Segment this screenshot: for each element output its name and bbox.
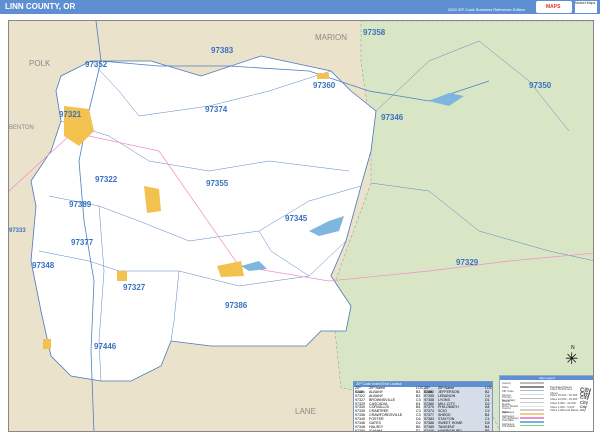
zip-label: 97446 <box>94 342 117 351</box>
forest-area <box>330 21 593 431</box>
map-legend: Map Legend County State ZIP Code Streets Pri… <box>499 375 593 431</box>
index-zip: 97350 <box>355 428 365 432</box>
zip-label: 97386 <box>225 301 248 310</box>
county-label-marion: MARION <box>315 33 347 42</box>
index-loc: F2 <box>416 428 421 432</box>
county-area <box>30 55 377 382</box>
zip-index-table: ZIP Code Index/Grid Locator ZIP Code ZIP … <box>353 381 493 432</box>
zip-label: 97346 <box>381 113 404 122</box>
index-column-right: ZIP Code ZIP Name LOC 97352 JEFFERSON B2 9735… <box>423 386 492 432</box>
zip-label: 97348 <box>32 261 55 270</box>
zip-label: 97355 <box>206 179 229 188</box>
place-label: Cities 1,000 and Below <box>550 408 579 413</box>
place-sample: City <box>580 408 586 413</box>
index-loc: B5 <box>485 428 490 432</box>
county-label-polk: POLK <box>29 59 51 68</box>
legend-swatch <box>520 421 544 423</box>
zip-label: 97333 <box>9 228 26 234</box>
zip-label: 97321 <box>59 110 82 119</box>
index-column-left: ZIP Code ZIP Name LOC 97321 ALBANY B3 97322 AL… <box>354 386 423 432</box>
compass-rose-icon: ✳ N <box>565 345 579 368</box>
county-label-lane: LANE <box>295 407 316 416</box>
legend-item: Toll Roads <box>502 424 548 428</box>
zip-label: 97345 <box>285 214 308 223</box>
index-name: IDANHA <box>369 428 383 432</box>
index-row: 97446 HARRISBURG B5 <box>424 428 491 432</box>
legend-swatch <box>520 397 544 400</box>
legend-swatch <box>520 393 544 396</box>
index-row: 97350 IDANHA F2 <box>355 428 422 432</box>
index-zip: 97446 <box>424 428 434 432</box>
map-title: LINN COUNTY, OR <box>5 2 76 11</box>
zip-label: 97329 <box>456 258 479 267</box>
zip-label: 97374 <box>205 105 228 114</box>
publisher-logo: MAPS <box>536 1 572 13</box>
zip-label: 97327 <box>123 283 146 292</box>
zip-label: 97352 <box>85 60 108 69</box>
zip-label: 97389 <box>69 200 92 209</box>
legend-swatch <box>520 409 544 411</box>
zip-label: 97322 <box>95 175 118 184</box>
legend-swatch <box>520 405 544 408</box>
place-item: Cities 1,000 and Below City <box>550 408 593 413</box>
index-name: HARRISBURG <box>438 428 462 432</box>
zip-label: 97358 <box>363 28 386 37</box>
edition-label: 2020 ZIP Code Business Reference Edition <box>447 7 525 12</box>
compass-north-label: N <box>571 345 575 351</box>
map-canvas[interactable]: POLK MARION BENTON LANE 97352 97383 9735… <box>8 20 594 432</box>
map-layer <box>9 21 593 431</box>
legend-swatch <box>520 382 544 384</box>
legend-swatch <box>520 386 544 388</box>
county-label-benton: BENTON <box>9 125 34 131</box>
publisher-name: Market Maps <box>575 1 597 13</box>
legend-swatch <box>520 417 544 419</box>
legend-swatch <box>520 413 544 415</box>
legend-swatch <box>520 401 544 404</box>
zip-label: 97383 <box>211 46 234 55</box>
zip-label: 97350 <box>529 81 552 90</box>
legend-item-label: Toll Roads <box>502 423 516 428</box>
populated-places: Populated Places Cities 50,000 and Above… <box>550 385 593 413</box>
legend-swatch <box>520 389 544 392</box>
zip-label: 97360 <box>313 81 336 90</box>
zip-label: 97377 <box>71 238 94 247</box>
legend-swatch <box>520 424 544 427</box>
header-bar: LINN COUNTY, OR 2020 ZIP Code Business R… <box>0 0 600 14</box>
